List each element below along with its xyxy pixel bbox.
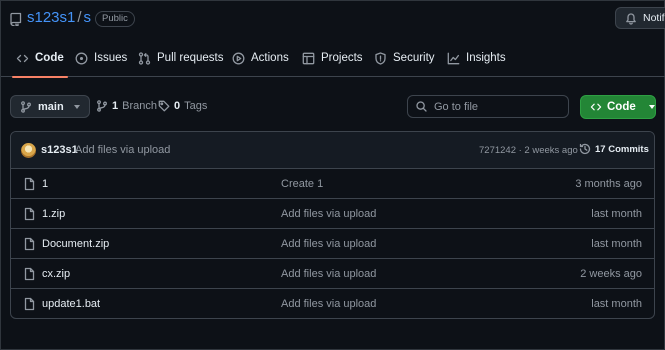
- branches-link[interactable]: 1 Branch: [96, 100, 157, 112]
- file-name[interactable]: Document.zip: [42, 238, 109, 250]
- commit-meta[interactable]: 7271242 · 2 weeks ago: [479, 145, 578, 156]
- file-icon: [23, 267, 36, 281]
- tab-issues[interactable]: Issues: [75, 39, 127, 77]
- table-icon: [302, 52, 315, 65]
- branch-count: 1: [112, 100, 119, 112]
- branch-icon: [20, 100, 32, 113]
- tab-actions[interactable]: Actions: [232, 39, 289, 77]
- tab-pull-requests[interactable]: Pull requests: [138, 39, 223, 77]
- tab-label: Insights: [466, 52, 506, 64]
- code-icon: [590, 101, 602, 113]
- tab-label: Issues: [94, 52, 128, 64]
- tab-label: Projects: [321, 52, 363, 64]
- visibility-badge: Public: [95, 11, 135, 27]
- file-commit-message[interactable]: Add files via upload: [281, 298, 376, 310]
- file-commit-message[interactable]: Create 1: [281, 178, 323, 190]
- file-name[interactable]: update1.bat: [42, 298, 100, 310]
- file-list: s123s1 Add files via upload 7271242 · 2 …: [10, 131, 655, 319]
- play-icon: [232, 52, 245, 65]
- chevron-down-icon: [73, 104, 80, 109]
- table-row[interactable]: update1.bat Add files via upload last mo…: [11, 289, 654, 318]
- tag-count: 0: [174, 100, 181, 112]
- code-icon: [16, 52, 29, 65]
- tab-insights[interactable]: Insights: [447, 39, 506, 77]
- repo-owner-link[interactable]: s123s1: [27, 9, 75, 26]
- go-to-file-search[interactable]: [407, 95, 569, 118]
- history-icon: [579, 143, 591, 155]
- code-button-label: Code: [607, 101, 636, 113]
- tab-label: Pull requests: [157, 52, 224, 64]
- issue-icon: [75, 52, 88, 65]
- branch-name: main: [38, 100, 64, 113]
- file-name[interactable]: cx.zip: [42, 268, 70, 280]
- tag-label: Tags: [184, 100, 208, 112]
- breadcrumb-separator: /: [77, 9, 82, 26]
- pull-request-icon: [138, 51, 151, 65]
- tab-code[interactable]: Code: [12, 39, 68, 78]
- branch-icon: [96, 100, 108, 112]
- breadcrumb: s123s1/s: [27, 9, 91, 26]
- code-button[interactable]: Code: [580, 95, 656, 119]
- file-icon: [23, 297, 36, 311]
- file-age: last month: [591, 298, 642, 310]
- graph-icon: [447, 52, 460, 65]
- file-name[interactable]: 1.zip: [42, 208, 65, 220]
- tab-security[interactable]: Security: [374, 39, 435, 77]
- table-row[interactable]: Document.zip Add files via upload last m…: [11, 229, 654, 259]
- latest-commit-bar: s123s1 Add files via upload 7271242 · 2 …: [11, 132, 654, 169]
- branch-label: Branch: [122, 100, 157, 112]
- commits-count: 17 Commits: [595, 143, 649, 155]
- file-age: 3 months ago: [575, 178, 642, 190]
- repo-name-link[interactable]: s: [84, 9, 92, 26]
- tab-projects[interactable]: Projects: [302, 39, 363, 77]
- file-icon: [23, 207, 36, 221]
- commits-history-link[interactable]: 17 Commits: [579, 143, 649, 155]
- branch-selector[interactable]: main: [10, 95, 90, 118]
- file-name[interactable]: 1: [42, 178, 48, 190]
- notifications-button[interactable]: Notifi: [615, 7, 665, 29]
- table-row[interactable]: cx.zip Add files via upload 2 weeks ago: [11, 259, 654, 289]
- chevron-down-icon: [648, 105, 655, 109]
- avatar[interactable]: [21, 143, 36, 158]
- tab-label: Security: [393, 52, 435, 64]
- bell-icon: [625, 12, 637, 25]
- file-commit-message[interactable]: Add files via upload: [281, 238, 376, 250]
- table-row[interactable]: 1 Create 1 3 months ago: [11, 169, 654, 199]
- commit-author[interactable]: s123s1: [41, 144, 78, 156]
- tab-label: Code: [35, 52, 64, 64]
- tags-link[interactable]: 0 Tags: [158, 100, 207, 112]
- commit-message[interactable]: Add files via upload: [75, 144, 170, 156]
- file-icon: [23, 177, 36, 191]
- file-commit-message[interactable]: Add files via upload: [281, 208, 376, 220]
- notifications-label: Notifi: [643, 12, 665, 24]
- file-icon: [23, 237, 36, 251]
- search-icon: [416, 101, 427, 112]
- tag-icon: [158, 100, 170, 112]
- table-row[interactable]: 1.zip Add files via upload last month: [11, 199, 654, 229]
- file-rows: 1 Create 1 3 months ago 1.zip Add files …: [11, 169, 654, 318]
- tab-label: Actions: [251, 52, 289, 64]
- file-age: 2 weeks ago: [580, 268, 642, 280]
- search-input[interactable]: [434, 100, 564, 113]
- file-age: last month: [591, 208, 642, 220]
- repo-header: s123s1/s Public Notifi: [1, 1, 665, 37]
- shield-icon: [374, 51, 387, 65]
- file-age: last month: [591, 238, 642, 250]
- file-commit-message[interactable]: Add files via upload: [281, 268, 376, 280]
- repo-tabs: Code Issues Pull requests Actions Projec…: [1, 39, 665, 78]
- repo-icon: [10, 12, 22, 26]
